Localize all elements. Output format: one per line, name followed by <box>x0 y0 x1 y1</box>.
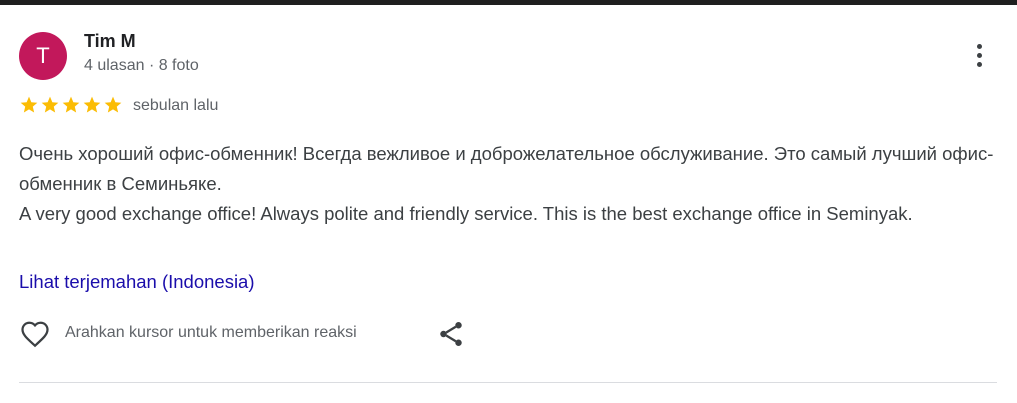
author-meta: 4 ulasan · 8 foto <box>84 57 199 74</box>
avatar[interactable]: T <box>19 32 67 80</box>
star-icon <box>83 96 101 113</box>
review-text-line-ru: Очень хороший офис-обменник! Всегда вежл… <box>19 143 994 194</box>
review-time: sebulan lalu <box>133 97 219 114</box>
more-vert-icon-dot <box>976 61 982 67</box>
star-icon <box>104 96 122 113</box>
review-text: Очень хороший офис-обменник! Всегда вежл… <box>19 139 1009 229</box>
star-icon <box>62 96 80 113</box>
review-text-line-en: A very good exchange office! Always poli… <box>19 203 913 224</box>
author-name[interactable]: Tim M <box>84 31 136 52</box>
heart-outline-icon[interactable] <box>19 319 51 349</box>
see-translation-link[interactable]: Lihat terjemahan (Indonesia) <box>19 271 255 293</box>
star-icon <box>20 96 38 113</box>
reaction-hint: Arahkan kursor untuk memberikan reaksi <box>65 324 357 341</box>
star-icon <box>41 96 59 113</box>
rating-stars <box>19 95 123 115</box>
more-vert-icon <box>976 43 982 49</box>
share-icon[interactable] <box>436 319 466 349</box>
more-options-button[interactable] <box>964 40 994 70</box>
review-card: T Tim M 4 ulasan · 8 foto sebulan lalu О… <box>0 0 1017 403</box>
divider <box>19 382 997 383</box>
more-vert-icon-dot <box>976 52 982 58</box>
